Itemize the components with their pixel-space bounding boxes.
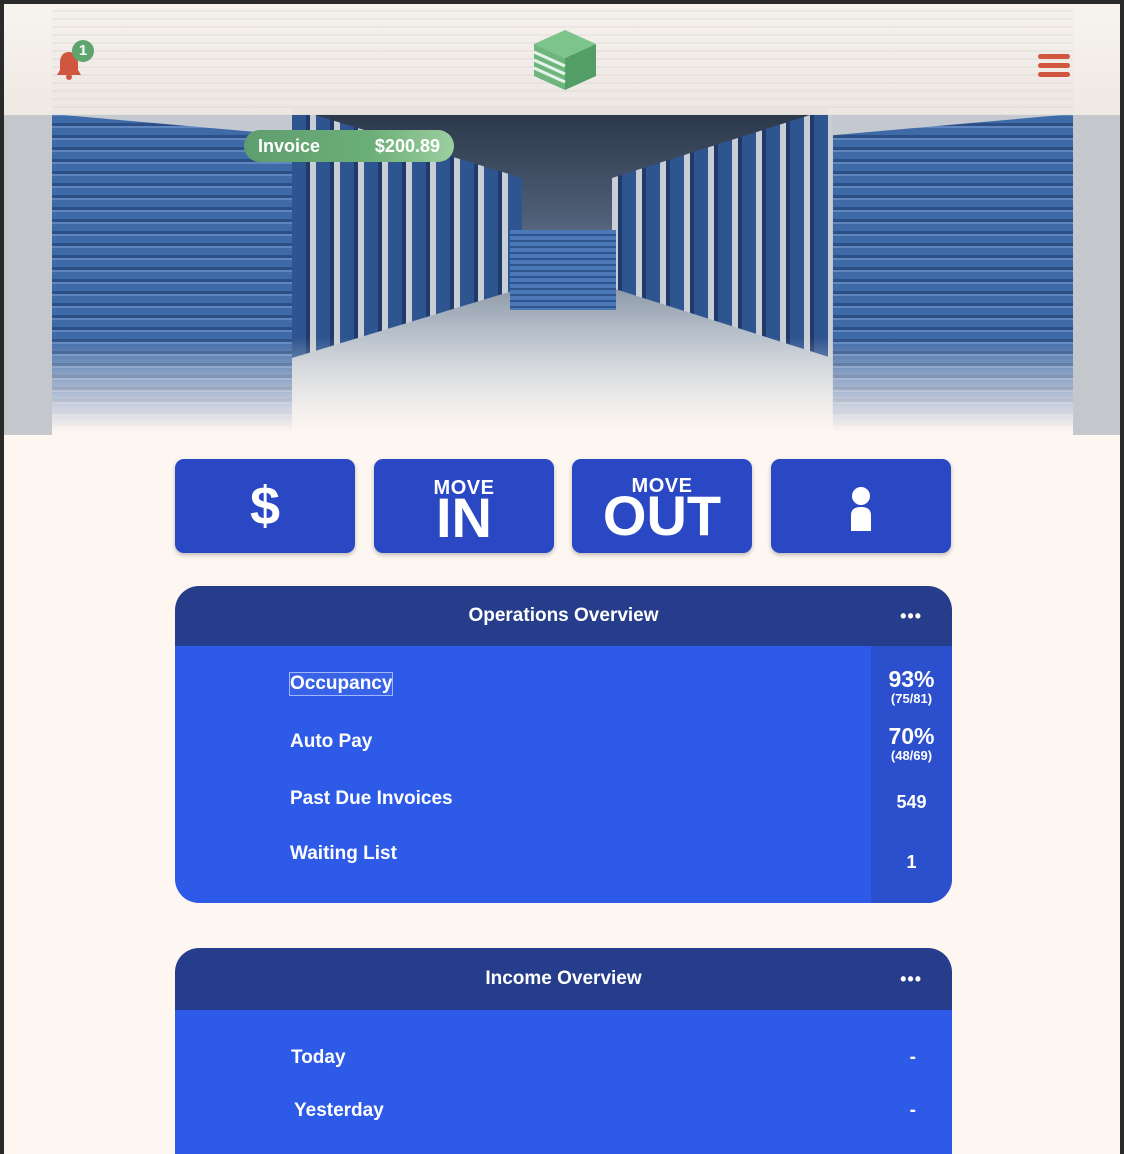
hero-side-right (1073, 115, 1120, 435)
occupancy-value: 93% (75/81) (871, 666, 952, 706)
hero-side-left (4, 115, 52, 435)
past-due-label[interactable]: Past Due Invoices (290, 788, 453, 810)
autopay-value: 70% (48/69) (871, 723, 952, 763)
income-overview-card: Income Overview ••• Today - Yesterday - (175, 948, 952, 1154)
move-out-button[interactable]: MOVE OUT (572, 459, 752, 553)
payment-button[interactable]: $ (175, 459, 355, 553)
person-icon (851, 487, 871, 531)
profile-button[interactable] (771, 459, 951, 553)
move-out-big-label: OUT (602, 484, 722, 547)
yesterday-label[interactable]: Yesterday (294, 1100, 384, 1122)
income-overview-body: Today - Yesterday - (175, 1010, 952, 1154)
invoice-amount: $200.89 (374, 136, 440, 156)
operations-overview-title: Operations Overview (468, 605, 659, 626)
income-more-icon[interactable]: ••• (900, 948, 922, 1010)
cube-logo-icon[interactable] (532, 28, 598, 92)
invoice-pill[interactable]: Invoice $200.89 (244, 130, 454, 162)
dollar-icon: $ (249, 476, 281, 536)
notification-count-badge: 1 (72, 40, 94, 62)
autopay-detail: (48/69) (890, 748, 933, 763)
waiting-list-value: 1 (906, 852, 917, 872)
autopay-percent: 70% (888, 723, 935, 749)
today-value: - (909, 1047, 916, 1068)
past-due-value: 549 (896, 792, 927, 812)
operations-more-icon[interactable]: ••• (900, 586, 922, 646)
move-in-button[interactable]: MOVE IN (374, 459, 554, 553)
waiting-list-label[interactable]: Waiting List (290, 843, 397, 865)
hero-fade (52, 338, 1073, 432)
income-overview-title: Income Overview (485, 968, 642, 989)
occupancy-percent: 93% (888, 666, 935, 692)
top-bar: 1 (4, 4, 1120, 115)
occupancy-detail: (75/81) (890, 691, 933, 706)
operations-overview-body: Occupancy 93% (75/81) Auto Pay 70% (48/6… (175, 646, 952, 903)
hamburger-menu-icon[interactable] (1038, 54, 1070, 80)
today-label[interactable]: Today (291, 1047, 346, 1069)
income-overview-header: Income Overview ••• (175, 948, 952, 1010)
invoice-label: Invoice (258, 136, 321, 156)
operations-overview-card: Operations Overview ••• Occupancy 93% (7… (175, 586, 952, 903)
move-in-big-label: IN (436, 486, 492, 549)
app-frame: 1 Invoice $200.89 $ MOVE IN MOVE OUT Ope… (4, 4, 1120, 1154)
autopay-label[interactable]: Auto Pay (290, 731, 372, 753)
yesterday-value: - (909, 1100, 916, 1121)
occupancy-label[interactable]: Occupancy (288, 672, 394, 696)
corridor-end-door (510, 230, 616, 310)
operations-overview-header: Operations Overview ••• (175, 586, 952, 646)
